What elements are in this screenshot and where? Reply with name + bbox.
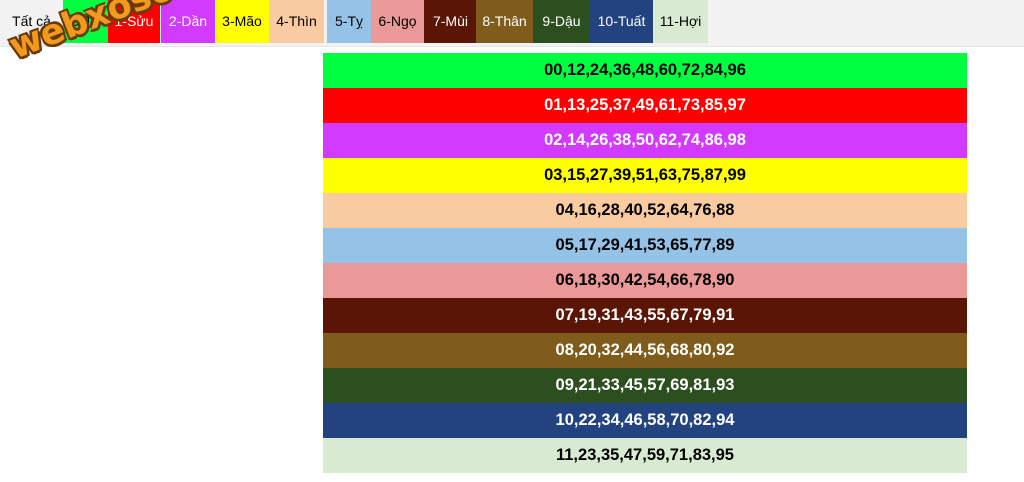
number-row-mui: 07,19,31,43,55,67,79,91 — [323, 298, 967, 333]
tab-mui[interactable]: 7-Mùi — [424, 0, 477, 43]
number-row-than: 08,20,32,44,56,68,80,92 — [323, 333, 967, 368]
tab-tuat[interactable]: 10-Tuất — [590, 0, 653, 43]
tab-suu[interactable]: 1-Sửu — [108, 0, 160, 43]
number-row-dan: 02,14,26,38,50,62,74,86,98 — [323, 123, 967, 158]
number-row-suu: 01,13,25,37,49,61,73,85,97 — [323, 88, 967, 123]
tab-dan[interactable]: 2-Dần — [161, 0, 215, 43]
number-group-list: 00,12,24,36,48,60,72,84,96 01,13,25,37,4… — [323, 53, 967, 473]
number-row-hoi: 11,23,35,47,59,71,83,95 — [323, 438, 967, 473]
tab-hoi[interactable]: 11-Hợi — [653, 0, 708, 43]
tab-ngo[interactable]: 6-Ngọ — [371, 0, 424, 43]
number-row-mao: 03,15,27,39,51,63,75,87,99 — [323, 158, 967, 193]
number-row-dau: 09,21,33,45,57,69,81,93 — [323, 368, 967, 403]
tab-thin[interactable]: 4-Thìn — [269, 0, 324, 43]
zodiac-tab-bar: Tất cả 0-Tý 1-Sửu 2-Dần 3-Mão 4-Thìn 5-T… — [0, 0, 1024, 47]
number-row-tuat: 10,22,34,46,58,70,82,94 — [323, 403, 967, 438]
number-row-ngo: 06,18,30,42,54,66,78,90 — [323, 263, 967, 298]
tab-than[interactable]: 8-Thân — [476, 0, 533, 43]
number-row-thin: 04,16,28,40,52,64,76,88 — [323, 193, 967, 228]
tab-dau[interactable]: 9-Dậu — [533, 0, 590, 43]
tab-mao[interactable]: 3-Mão — [215, 0, 269, 43]
tab-ty[interactable]: 0-Tý — [63, 0, 108, 43]
tab-all[interactable]: Tất cả — [4, 0, 59, 43]
number-row-ty-snake: 05,17,29,41,53,65,77,89 — [323, 228, 967, 263]
number-row-ty: 00,12,24,36,48,60,72,84,96 — [323, 53, 967, 88]
tab-ty-snake[interactable]: 5-Tỵ — [327, 0, 371, 43]
